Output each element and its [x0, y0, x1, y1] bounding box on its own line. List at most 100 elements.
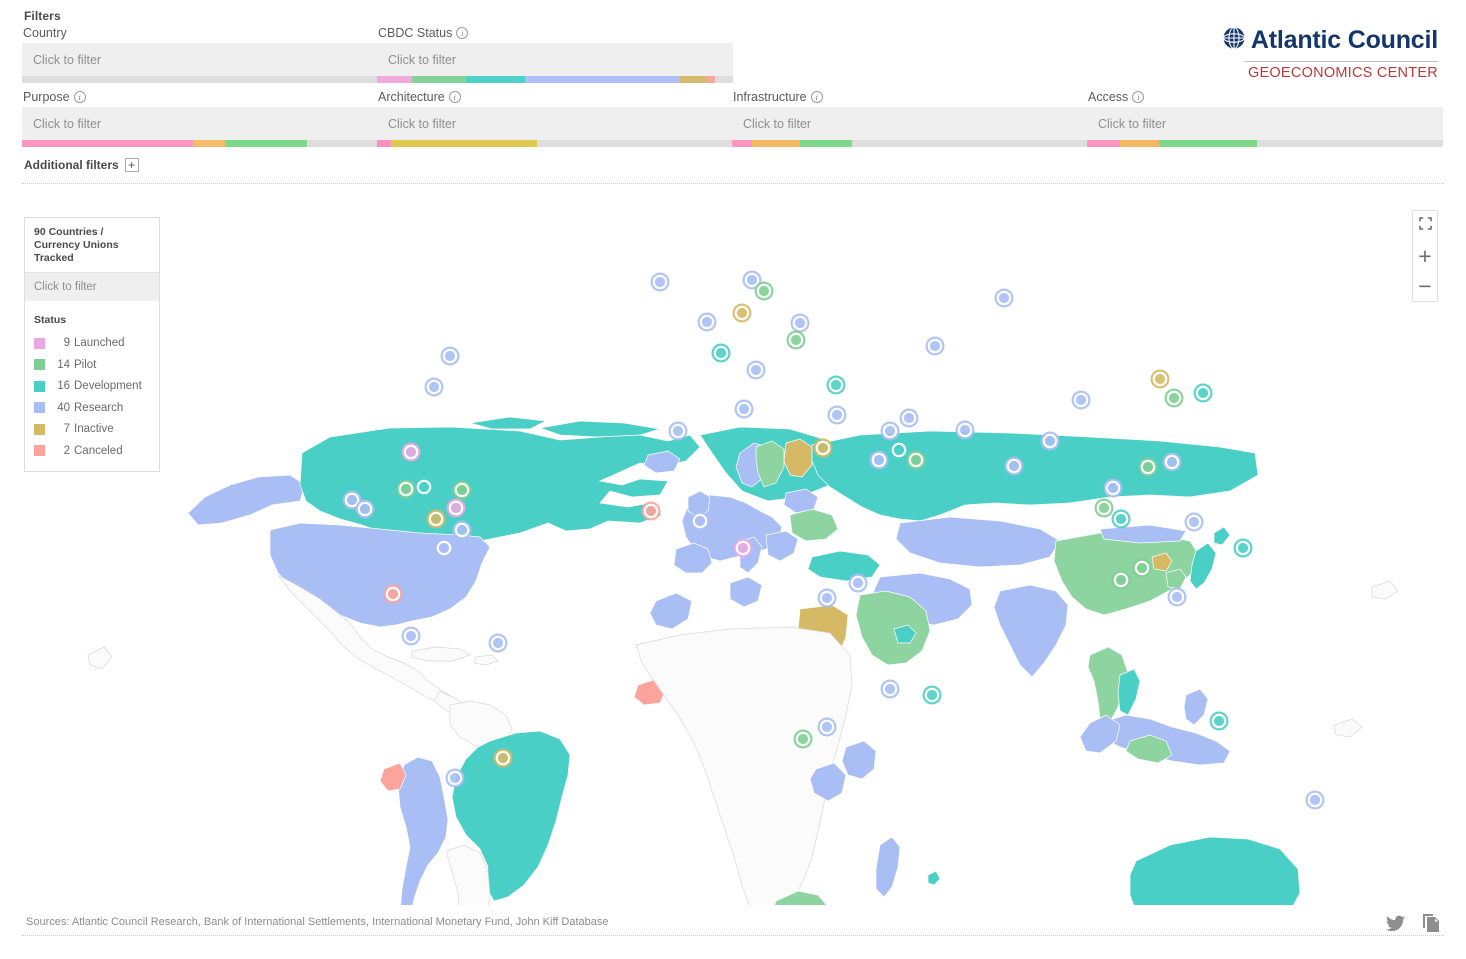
map-marker[interactable]	[817, 588, 837, 608]
filter-architecture-label-text: Architecture	[378, 90, 445, 104]
map-marker[interactable]	[650, 272, 670, 292]
map-marker[interactable]	[1111, 509, 1131, 529]
map-marker[interactable]	[1193, 383, 1213, 403]
map-svg[interactable]: .land { fill:#fbfbfb; stroke:#d8d8d8; st…	[0, 185, 1466, 905]
map-marker[interactable]	[899, 408, 919, 428]
map-marker[interactable]	[424, 377, 444, 397]
map-marker[interactable]	[734, 399, 754, 419]
filter-architecture-label: Architecture i	[378, 90, 733, 104]
map-marker[interactable]	[817, 717, 837, 737]
filter-architecture-input[interactable]: Click to filter	[377, 107, 733, 140]
map-marker[interactable]	[1233, 538, 1253, 558]
map-marker[interactable]	[1167, 587, 1187, 607]
map-marker[interactable]	[790, 313, 810, 333]
map-marker[interactable]	[401, 442, 421, 462]
map-marker[interactable]	[697, 312, 717, 332]
map-marker[interactable]	[732, 303, 752, 323]
legend-count-research: 40	[57, 401, 70, 414]
plus-icon[interactable]: +	[124, 158, 139, 172]
map-marker[interactable]	[1150, 369, 1170, 389]
map-marker[interactable]	[488, 633, 508, 653]
info-icon[interactable]: i	[810, 91, 823, 103]
filter-country-input[interactable]: Click to filter	[22, 43, 378, 76]
filter-access-label: Access i	[1088, 90, 1443, 104]
map-marker[interactable]	[414, 477, 434, 497]
map-marker[interactable]	[880, 421, 900, 441]
map-marker[interactable]	[1162, 452, 1182, 472]
legend-item-canceled[interactable]: 2 Canceled	[34, 440, 150, 462]
legend-swatch-inactive	[34, 423, 45, 435]
map-marker[interactable]	[1111, 570, 1131, 590]
map-marker[interactable]	[1094, 498, 1114, 518]
legend-item-development[interactable]: 16 Development	[34, 375, 150, 397]
map-marker[interactable]	[754, 281, 774, 301]
map-marker[interactable]	[889, 440, 909, 460]
map-marker[interactable]	[690, 511, 710, 531]
map-marker[interactable]	[493, 748, 513, 768]
map-marker[interactable]	[906, 450, 926, 470]
map-marker[interactable]	[446, 498, 466, 518]
map-marker[interactable]	[383, 584, 403, 604]
map-marker[interactable]	[925, 336, 945, 356]
map-marker[interactable]	[1071, 390, 1091, 410]
map-marker[interactable]	[1164, 388, 1184, 408]
map-marker[interactable]	[746, 360, 766, 380]
legend-item-pilot[interactable]: 14 Pilot	[34, 354, 150, 376]
filter-purpose-input[interactable]: Click to filter	[22, 107, 378, 140]
map-marker[interactable]	[786, 330, 806, 350]
map-marker[interactable]	[1132, 558, 1152, 578]
map-marker[interactable]	[922, 685, 942, 705]
sources-text: Sources: Atlantic Council Research, Bank…	[26, 916, 609, 928]
map-marker[interactable]	[440, 346, 460, 366]
info-icon[interactable]: i	[448, 91, 461, 103]
map-marker[interactable]	[1209, 711, 1229, 731]
map-marker[interactable]	[1184, 512, 1204, 532]
legend-label-launched: Launched	[74, 337, 125, 350]
map-marker[interactable]	[733, 538, 753, 558]
map-marker[interactable]	[401, 626, 421, 646]
map-marker[interactable]	[1004, 456, 1024, 476]
filter-infrastructure: Infrastructure i Click to filter	[732, 90, 1088, 147]
legend-item-inactive[interactable]: 7 Inactive	[34, 418, 150, 440]
map-marker[interactable]	[955, 420, 975, 440]
map-marker[interactable]	[793, 729, 813, 749]
info-icon[interactable]: i	[73, 91, 86, 103]
map-marker[interactable]	[880, 679, 900, 699]
map-marker[interactable]	[848, 573, 868, 593]
zoom-in-button[interactable]: +	[1413, 241, 1437, 271]
fullscreen-button[interactable]	[1413, 211, 1437, 241]
filter-cbdc-status-input[interactable]: Click to filter	[377, 43, 733, 76]
map-marker[interactable]	[1305, 790, 1325, 810]
map-marker[interactable]	[452, 480, 472, 500]
legend-status-heading: Status	[34, 314, 67, 327]
map-marker[interactable]	[355, 499, 375, 519]
filter-infrastructure-input[interactable]: Click to filter	[732, 107, 1088, 140]
zoom-out-button[interactable]: −	[1413, 271, 1437, 301]
map-marker[interactable]	[711, 343, 731, 363]
world-map[interactable]: .land { fill:#fbfbfb; stroke:#d8d8d8; st…	[0, 185, 1466, 905]
twitter-icon[interactable]	[1386, 915, 1405, 932]
map-marker[interactable]	[813, 438, 833, 458]
info-icon[interactable]: i	[1132, 91, 1145, 103]
info-icon[interactable]: i	[456, 27, 469, 39]
legend-item-launched[interactable]: 9 Launched	[34, 332, 150, 354]
map-marker[interactable]	[426, 509, 446, 529]
map-marker[interactable]	[641, 501, 661, 521]
map-marker[interactable]	[994, 288, 1014, 308]
legend-filter-input[interactable]: Click to filter	[25, 272, 159, 302]
map-marker[interactable]	[452, 520, 472, 540]
map-marker[interactable]	[445, 768, 465, 788]
map-marker[interactable]	[668, 421, 688, 441]
legend-item-research[interactable]: 40 Research	[34, 397, 150, 419]
map-marker[interactable]	[1103, 478, 1123, 498]
filter-access-input[interactable]: Click to filter	[1087, 107, 1443, 140]
map-marker[interactable]	[434, 538, 454, 558]
map-marker[interactable]	[1040, 431, 1060, 451]
copy-icon[interactable]	[1423, 914, 1440, 932]
map-marker[interactable]	[869, 450, 889, 470]
map-marker[interactable]	[827, 405, 847, 425]
map-marker[interactable]	[396, 479, 416, 499]
additional-filters[interactable]: Additional filters +	[24, 158, 139, 172]
map-marker[interactable]	[1138, 457, 1158, 477]
map-marker[interactable]	[826, 375, 846, 395]
